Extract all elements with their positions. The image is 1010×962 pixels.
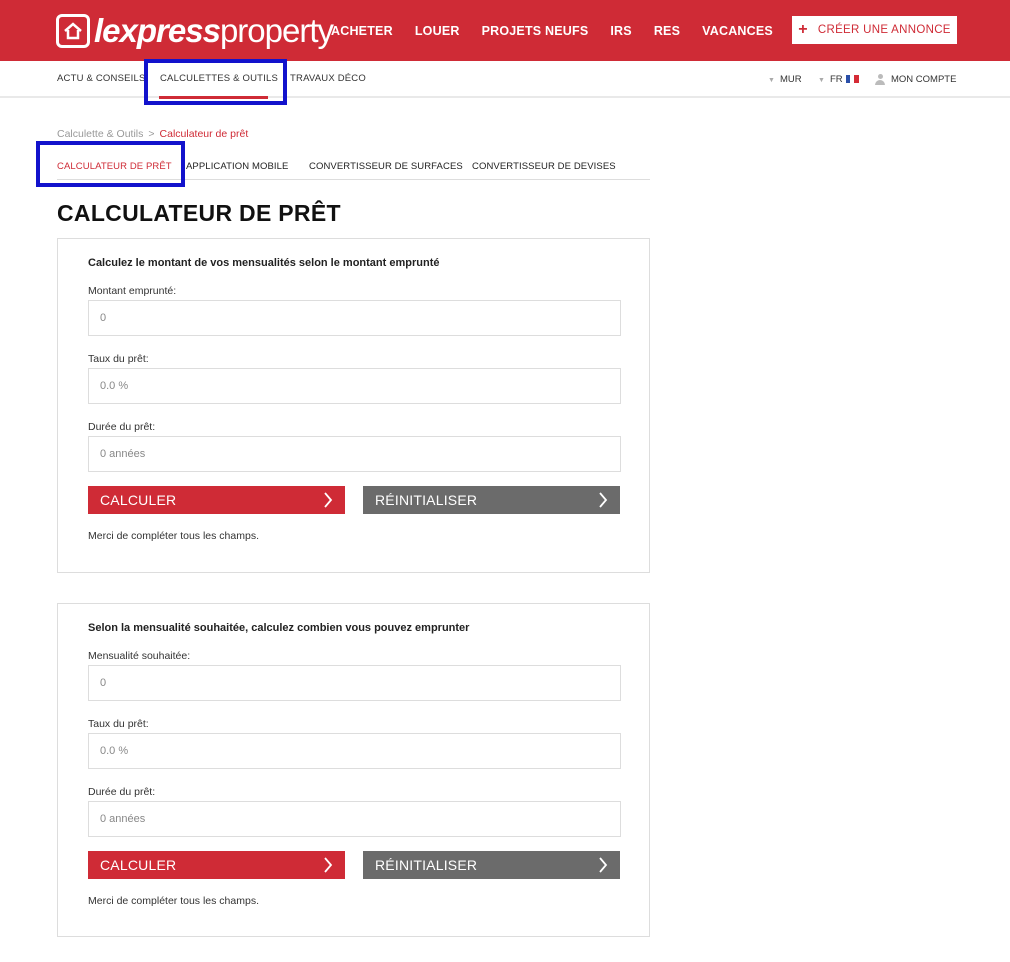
borrowing-capacity-calculator: Selon la mensualité souhaitée, calculez … <box>57 603 650 937</box>
duration-label: Durée du prêt: <box>88 421 156 433</box>
currency-selector[interactable]: ▼ MUR <box>768 74 802 85</box>
calculate-button[interactable]: CALCULER <box>88 486 345 514</box>
reset-button[interactable]: RÉINITIALISER <box>363 486 620 514</box>
chevron-right-icon <box>324 857 333 873</box>
account-link[interactable]: MON COMPTE <box>875 74 956 85</box>
duration-label: Durée du prêt: <box>88 786 156 798</box>
rate-label: Taux du prêt: <box>88 353 149 365</box>
chevron-right-icon <box>324 492 333 508</box>
nav-projets-neufs[interactable]: PROJETS NEUFS <box>482 24 589 38</box>
page-title: CALCULATEUR DE PRÊT <box>57 200 341 226</box>
monthly-payment-label: Mensualité souhaitée: <box>88 650 191 662</box>
subnav-calculettes-outils[interactable]: CALCULETTES & OUTILS <box>160 73 278 84</box>
calculate-button[interactable]: CALCULER <box>88 851 345 879</box>
calculator-title: Selon la mensualité souhaitée, calculez … <box>88 622 470 634</box>
caret-down-icon: ▼ <box>768 77 775 84</box>
tab-application-mobile[interactable]: APPLICATION MOBILE <box>186 161 288 172</box>
monthly-payment-input[interactable] <box>88 665 621 701</box>
nav-irs[interactable]: IRS <box>610 24 631 38</box>
reset-button-label: RÉINITIALISER <box>375 492 478 508</box>
sub-nav: ACTU & CONSEILS CALCULETTES & OUTILS TRA… <box>0 61 1010 99</box>
french-flag-icon <box>845 75 859 84</box>
rate-label: Taux du prêt: <box>88 718 149 730</box>
tab-convertisseur-devises[interactable]: CONVERTISSEUR DE DEVISES <box>472 161 616 172</box>
form-note: Merci de compléter tous les champs. <box>88 530 259 542</box>
main-nav: ACHETER LOUER PROJETS NEUFS IRS RES VACA… <box>331 0 795 61</box>
tab-convertisseur-surfaces[interactable]: CONVERTISSEUR DE SURFACES <box>309 161 463 172</box>
user-icon <box>875 74 885 85</box>
breadcrumb: Calculette & Outils > Calculateur de prêt <box>57 128 248 140</box>
tab-calculateur-de-pret[interactable]: CALCULATEUR DE PRÊT <box>57 161 172 172</box>
plus-icon: + <box>798 21 808 38</box>
create-listing-button[interactable]: + CRÉER UNE ANNONCE <box>792 16 957 44</box>
caret-down-icon: ▼ <box>818 77 825 84</box>
create-listing-label: CRÉER UNE ANNONCE <box>817 24 951 36</box>
top-header: lexpressproperty ACHETER LOUER PROJETS N… <box>0 0 1010 61</box>
reset-button[interactable]: RÉINITIALISER <box>363 851 620 879</box>
breadcrumb-current: Calculateur de prêt <box>159 128 249 140</box>
loan-amount-input[interactable] <box>88 300 621 336</box>
loan-rate-input[interactable] <box>88 733 621 769</box>
nav-acheter[interactable]: ACHETER <box>331 24 393 38</box>
reset-button-label: RÉINITIALISER <box>375 857 478 873</box>
site-logo[interactable]: lexpressproperty <box>56 12 334 50</box>
calculate-button-label: CALCULER <box>100 857 177 873</box>
loan-payment-calculator: Calculez le montant de vos mensualités s… <box>57 238 650 573</box>
calculator-title: Calculez le montant de vos mensualités s… <box>88 257 440 269</box>
logo-wordmark: lexpressproperty <box>94 12 334 49</box>
house-logo-icon <box>56 14 90 48</box>
language-selector[interactable]: ▼ FR <box>818 74 859 85</box>
loan-rate-input[interactable] <box>88 368 621 404</box>
chevron-right-icon <box>599 857 608 873</box>
amount-label: Montant emprunté: <box>88 285 177 297</box>
form-note: Merci de compléter tous les champs. <box>88 895 259 907</box>
loan-duration-input[interactable] <box>88 801 621 837</box>
calculate-button-label: CALCULER <box>100 492 177 508</box>
nav-louer[interactable]: LOUER <box>415 24 460 38</box>
chevron-right-icon <box>599 492 608 508</box>
subnav-travaux-deco[interactable]: TRAVAUX DÉCO <box>290 73 366 84</box>
subnav-actu-conseils[interactable]: ACTU & CONSEILS <box>57 73 146 84</box>
breadcrumb-parent[interactable]: Calculette & Outils <box>57 128 143 140</box>
nav-res[interactable]: RES <box>654 24 680 38</box>
loan-duration-input[interactable] <box>88 436 621 472</box>
nav-vacances[interactable]: VACANCES <box>702 24 773 38</box>
tool-tabs: CALCULATEUR DE PRÊT APPLICATION MOBILE C… <box>57 152 650 180</box>
breadcrumb-separator: > <box>148 128 155 140</box>
subnav-active-indicator <box>159 96 268 99</box>
